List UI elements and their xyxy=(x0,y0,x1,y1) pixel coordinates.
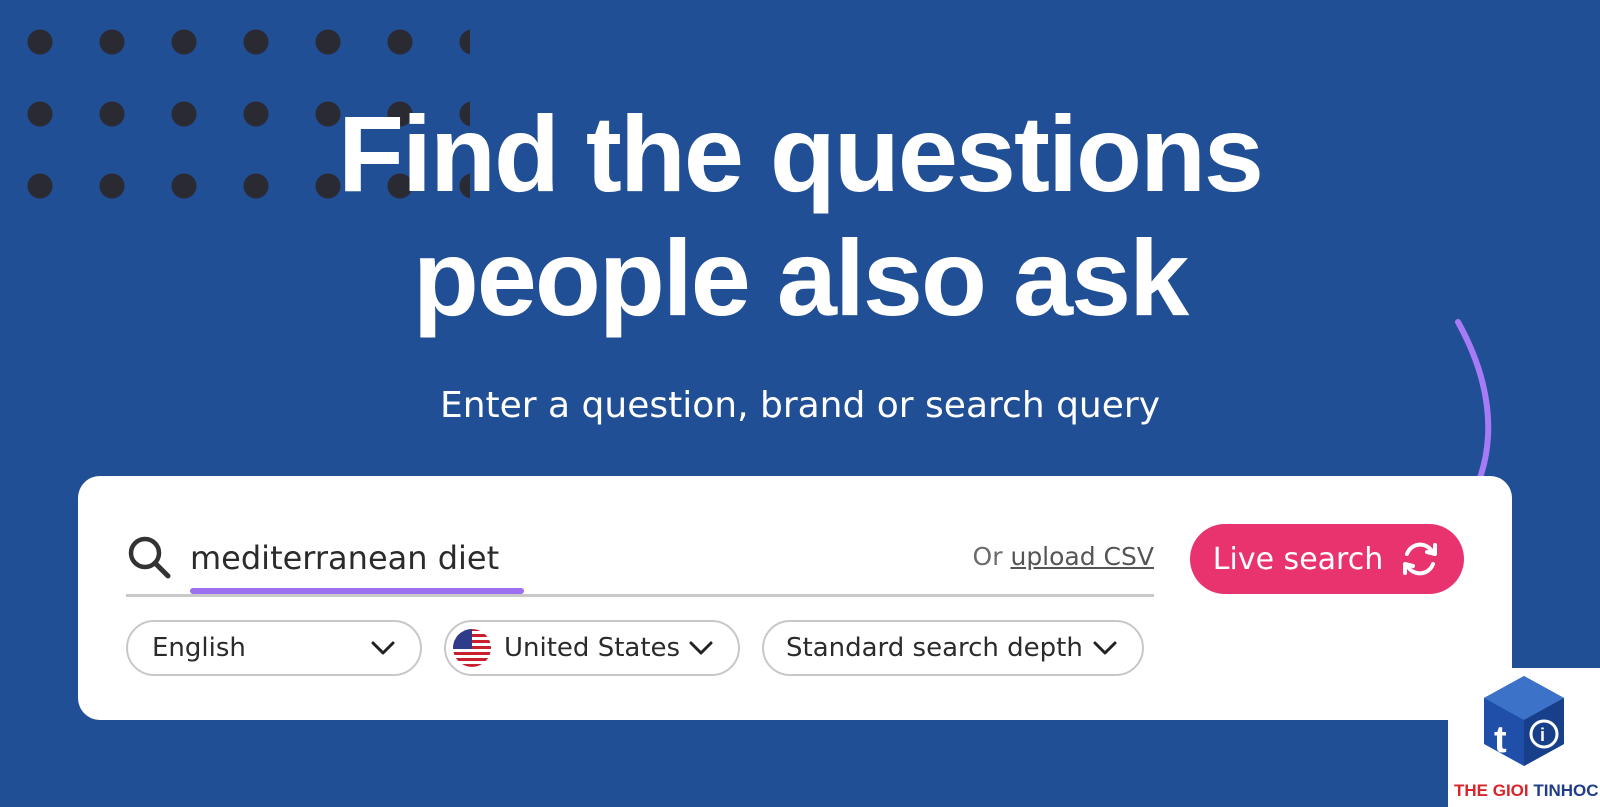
language-value: English xyxy=(152,633,246,663)
search-input[interactable] xyxy=(190,530,830,586)
chevron-down-icon xyxy=(1093,641,1117,655)
highlight-underline xyxy=(190,588,524,594)
live-search-button[interactable]: Live search xyxy=(1190,524,1464,594)
svg-text:t: t xyxy=(1494,719,1507,761)
watermark-logo: t i THE GIOI TINHOC xyxy=(1448,668,1600,807)
headline-line-2: people also ask xyxy=(412,217,1189,338)
logo-text-part2: TINHOC xyxy=(1528,781,1599,800)
search-card: Or upload CSV Live search English xyxy=(78,476,1512,720)
subtitle: Enter a question, brand or search query xyxy=(439,385,1161,426)
search-bar: Or upload CSV xyxy=(126,526,1154,597)
us-flag-icon xyxy=(453,629,491,667)
headline-line-1: Find the questions xyxy=(338,93,1264,214)
chevron-down-icon xyxy=(689,641,713,655)
chevron-down-icon xyxy=(371,641,395,655)
country-select[interactable]: United States xyxy=(444,620,740,676)
logo-text: THE GIOI TINHOC xyxy=(1454,781,1599,801)
upload-csv-link[interactable]: upload CSV xyxy=(1010,542,1154,571)
upload-csv-area: Or upload CSV xyxy=(973,542,1154,571)
live-search-label: Live search xyxy=(1212,541,1384,577)
search-depth-select[interactable]: Standard search depth xyxy=(762,620,1144,676)
country-value: United States xyxy=(504,633,681,663)
search-icon xyxy=(128,536,171,579)
page-title: Find the questions people also ask xyxy=(0,92,1600,340)
logo-text-part1: THE GIOI xyxy=(1454,781,1529,800)
depth-value: Standard search depth xyxy=(786,633,1083,663)
or-label: Or xyxy=(972,542,1003,571)
language-select[interactable]: English xyxy=(126,620,422,676)
refresh-icon xyxy=(1403,542,1438,576)
svg-text:i: i xyxy=(1540,725,1545,745)
